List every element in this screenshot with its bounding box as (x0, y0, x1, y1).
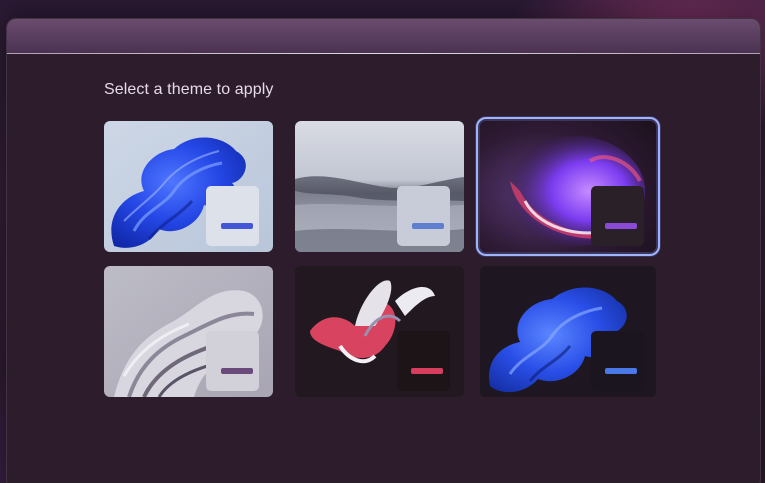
taskbar-preview (206, 186, 259, 246)
taskbar-preview (206, 331, 259, 391)
theme-tile-captured-motion[interactable] (476, 117, 660, 256)
accent-swatch (221, 368, 253, 374)
theme-tile-glow[interactable] (295, 121, 464, 252)
accent-swatch (411, 368, 443, 374)
accent-swatch (221, 223, 253, 229)
theme-tile-dark-bloom[interactable] (480, 266, 656, 397)
taskbar-preview (591, 331, 644, 391)
taskbar-preview (397, 331, 450, 391)
theme-tile-sunrise-flow[interactable] (104, 266, 273, 397)
theme-tile-light-bloom[interactable] (104, 121, 273, 252)
taskbar-preview (397, 186, 450, 246)
page-title: Select a theme to apply (104, 81, 274, 98)
accent-swatch (605, 223, 637, 229)
taskbar-preview (591, 186, 644, 246)
title-bar[interactable] (7, 19, 760, 54)
accent-swatch (605, 368, 637, 374)
theme-tile-flow-petals[interactable] (295, 266, 464, 397)
accent-swatch (412, 223, 444, 229)
theme-grid (104, 117, 660, 397)
